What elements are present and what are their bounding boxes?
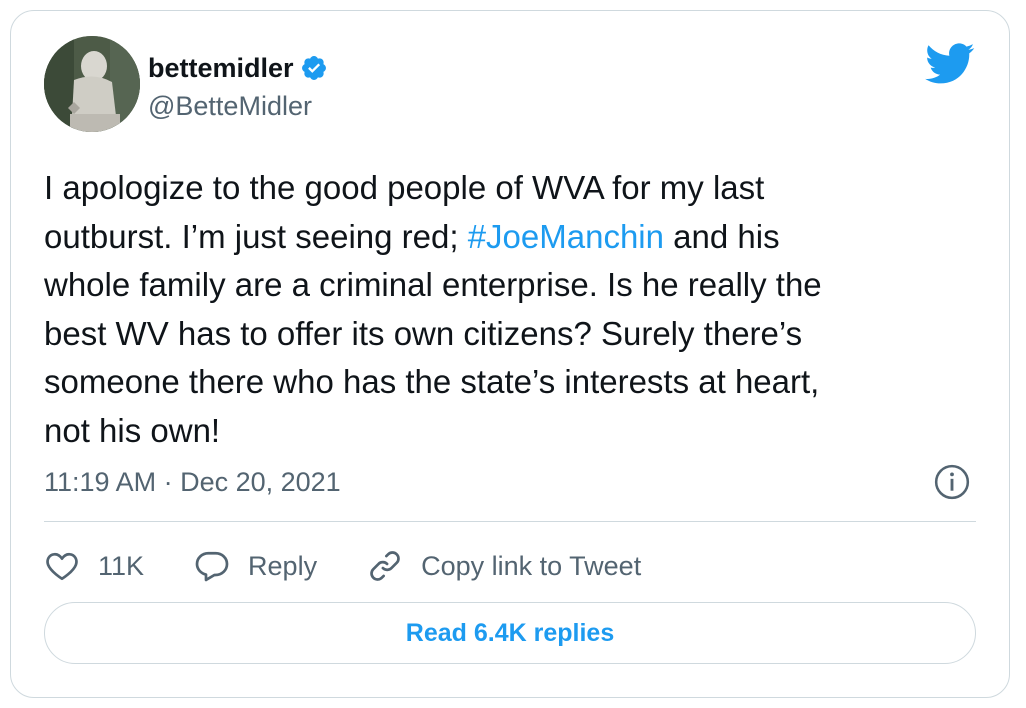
timestamp[interactable]: 11:19 AM · Dec 20, 2021 — [44, 467, 341, 498]
like-count: 11K — [98, 550, 145, 581]
divider — [44, 521, 976, 522]
avatar[interactable] — [44, 36, 140, 132]
hashtag-link[interactable]: #JoeManchin — [468, 218, 664, 255]
tweet-text: I apologize to the good people of WVA fo… — [44, 164, 974, 455]
info-icon[interactable] — [933, 463, 971, 501]
action-bar: 11K Reply Copy link to Tweet — [44, 544, 691, 588]
copy-link-button[interactable]: Copy link to Tweet — [367, 548, 641, 584]
display-name[interactable]: bettemidler — [148, 53, 294, 84]
link-icon — [370, 551, 400, 581]
avatar-image — [44, 36, 140, 132]
reply-label: Reply — [248, 550, 318, 581]
like-button[interactable]: 11K — [44, 548, 144, 584]
copy-link-label: Copy link to Tweet — [421, 550, 642, 581]
tweet-card: bettemidler @BetteMidler I apologize to … — [10, 10, 1010, 698]
read-replies-button[interactable]: Read 6.4K replies — [44, 602, 976, 664]
verified-badge-icon — [301, 56, 326, 80]
reply-bubble-icon — [195, 551, 229, 582]
handle[interactable]: @BetteMidler — [148, 91, 312, 122]
reply-button[interactable]: Reply — [194, 548, 317, 584]
twitter-bird-icon[interactable] — [925, 43, 975, 85]
heart-icon — [46, 552, 78, 581]
